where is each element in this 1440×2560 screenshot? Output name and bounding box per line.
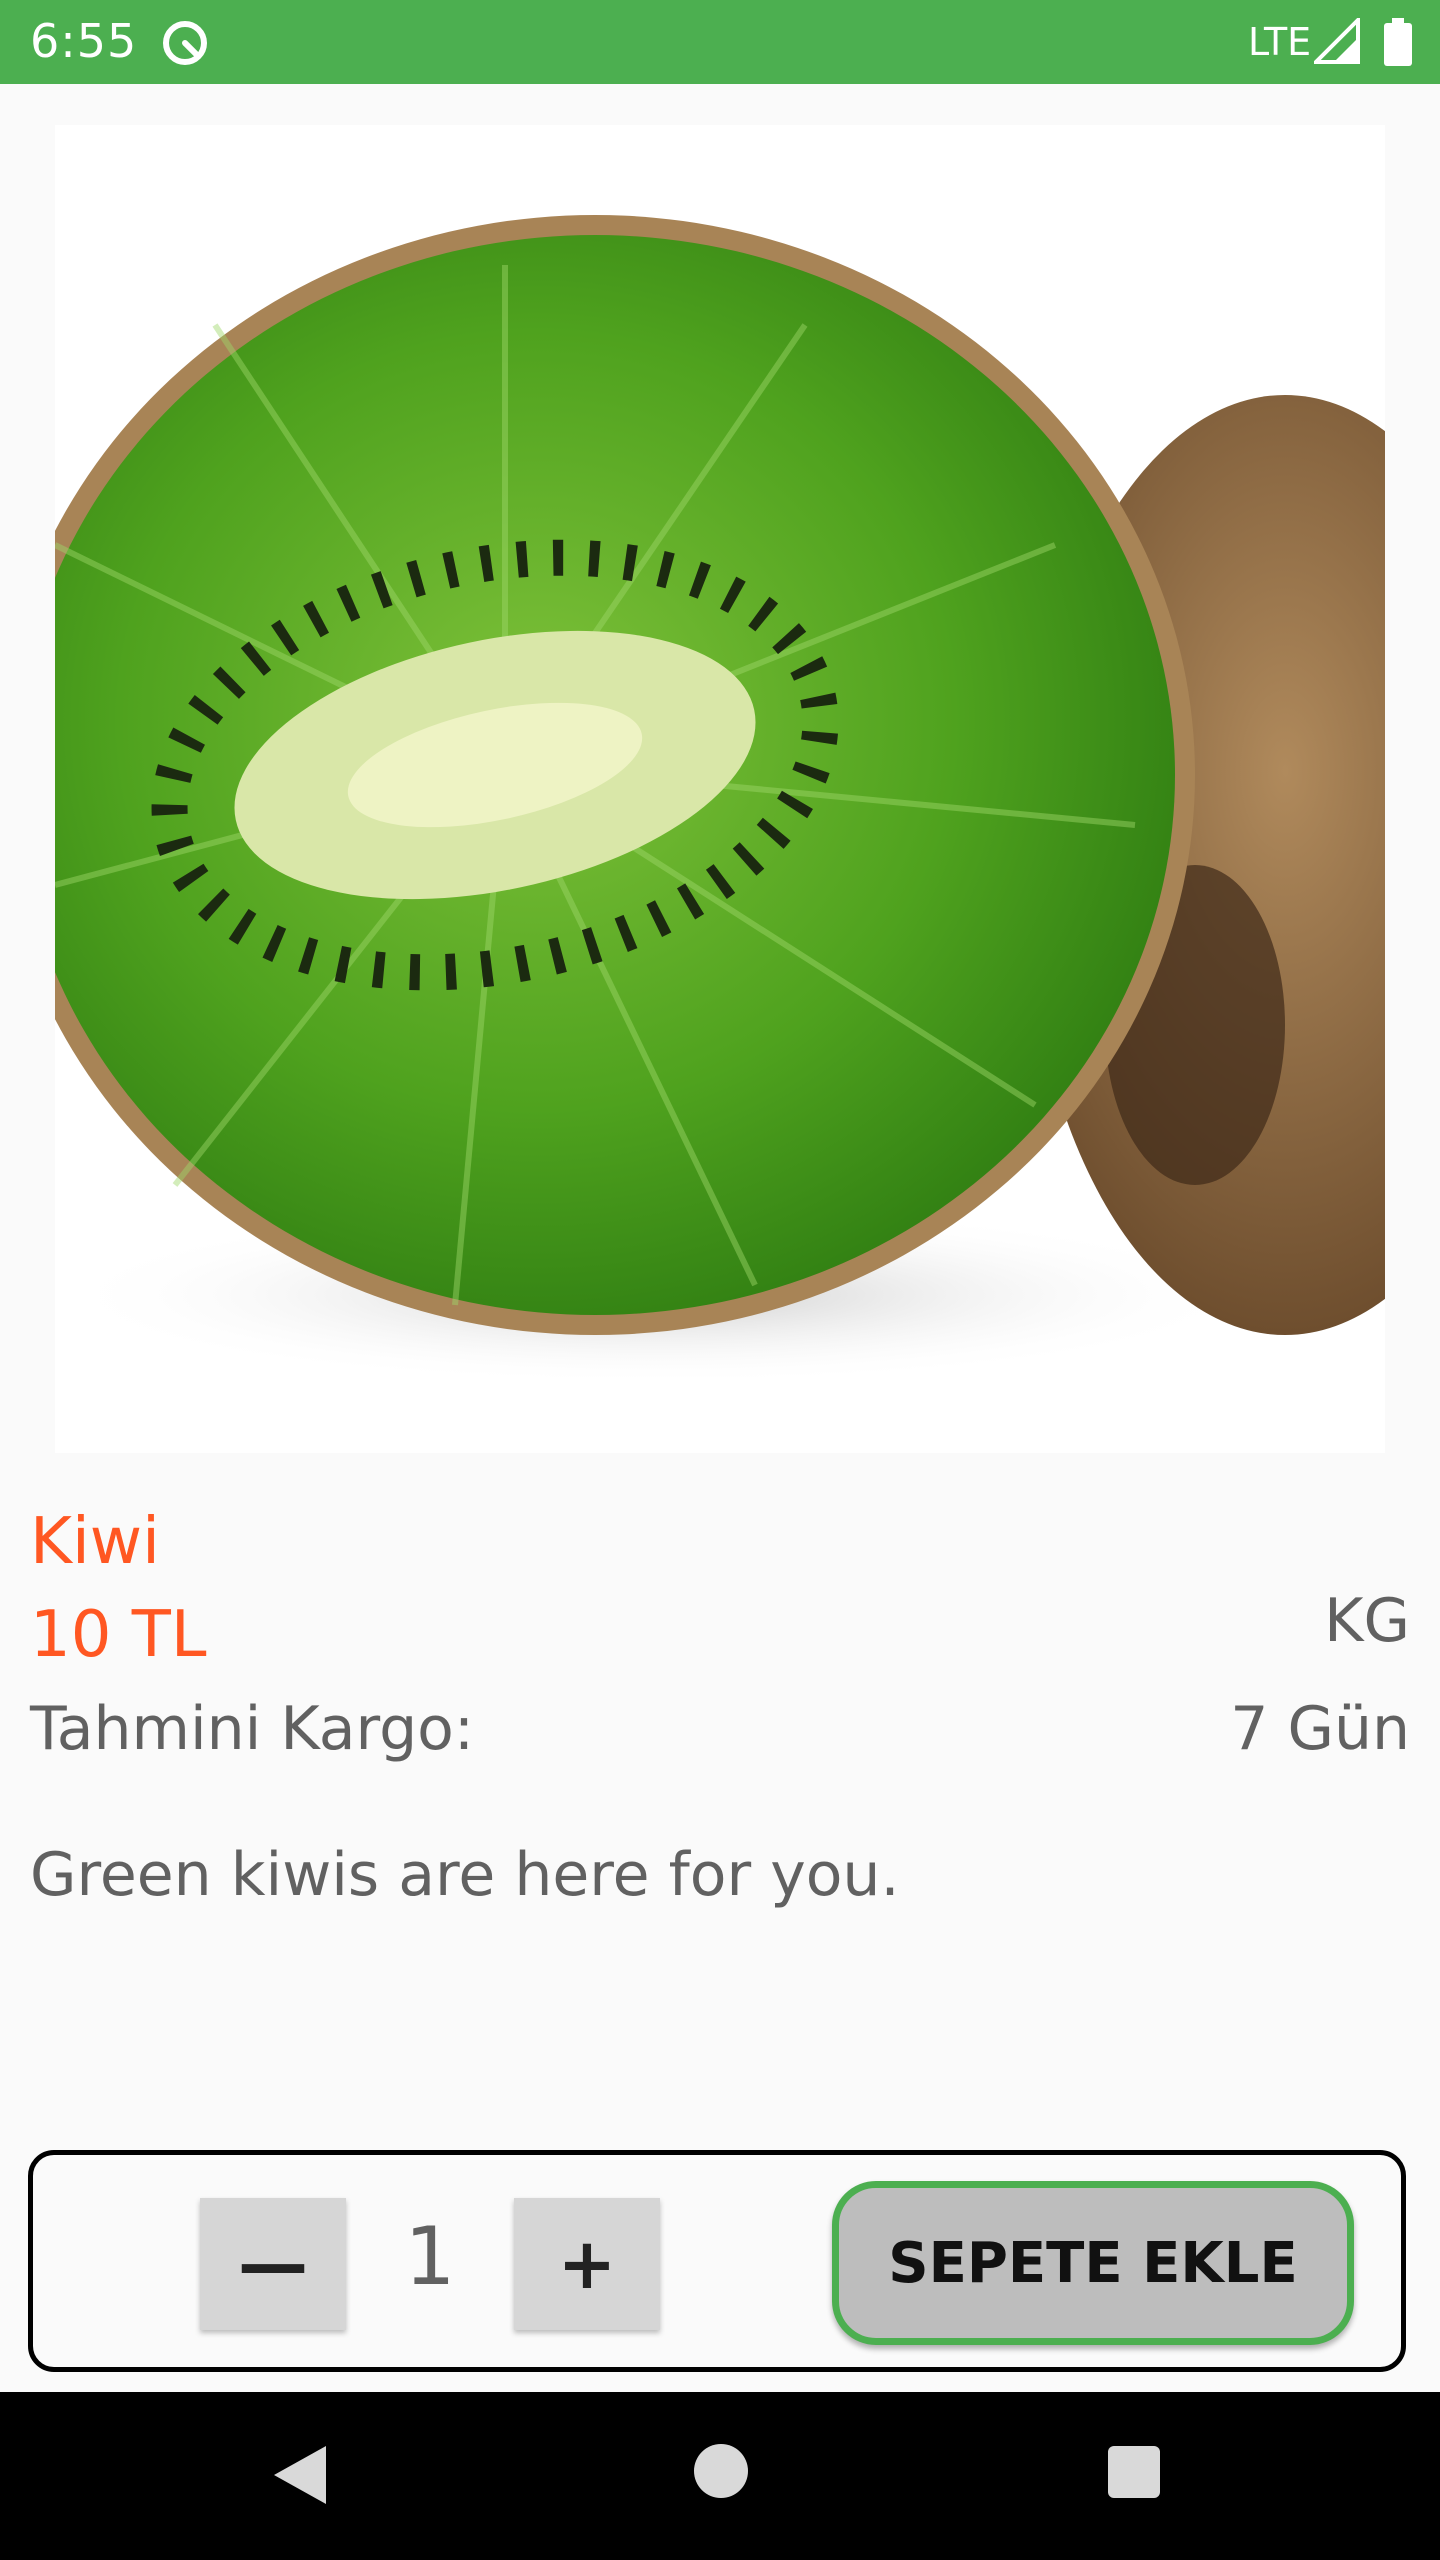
- decrement-button[interactable]: —: [200, 2198, 346, 2330]
- product-description: Green kiwis are here for you.: [30, 1840, 900, 1910]
- quantity-value: 1: [404, 2210, 456, 2303]
- battery-icon: [1384, 18, 1412, 66]
- status-bar: 6:55 LTE: [0, 0, 1440, 84]
- add-to-cart-button[interactable]: SEPETE EKLE: [832, 2181, 1354, 2345]
- signal-icon: [1311, 15, 1360, 64]
- product-name: Kiwi: [30, 1505, 160, 1579]
- product-unit: KG: [1324, 1586, 1410, 1656]
- home-circle-icon[interactable]: [694, 2444, 748, 2498]
- navigation-bar: [0, 2392, 1440, 2560]
- network-type-label: LTE: [1248, 20, 1312, 64]
- product-price: 10 TL: [30, 1598, 207, 1672]
- product-image: [55, 125, 1385, 1453]
- recent-square-icon[interactable]: [1108, 2446, 1160, 2498]
- data-saver-icon: [160, 18, 210, 68]
- increment-button[interactable]: +: [514, 2198, 660, 2330]
- cargo-value: 7 Gün: [1230, 1694, 1410, 1764]
- cargo-label: Tahmini Kargo:: [30, 1694, 475, 1764]
- status-time: 6:55: [30, 14, 138, 68]
- back-triangle-icon[interactable]: [272, 2444, 328, 2506]
